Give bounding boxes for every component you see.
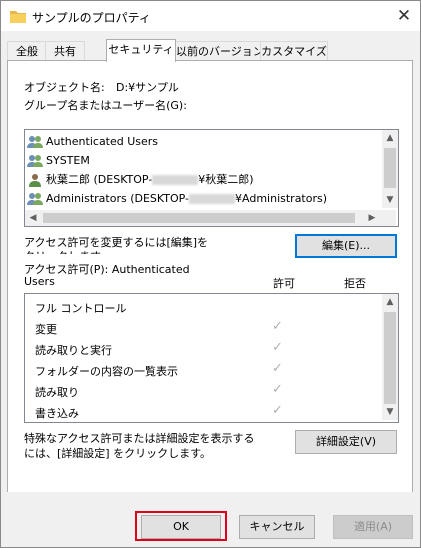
scroll-left-arrow-icon[interactable]: ◀ <box>25 210 41 226</box>
edit-button[interactable]: 編集(E)... <box>295 234 397 258</box>
permissions-for-label-2: Users <box>24 275 55 288</box>
change-permissions-text-2: クリックします。 <box>24 248 111 254</box>
allow-check-icon: ✓ <box>272 382 283 397</box>
permission-name: 変更 <box>35 323 57 336</box>
scroll-thumb[interactable] <box>384 148 396 188</box>
permission-name: 書き込み <box>35 407 79 420</box>
list-item[interactable]: Authenticated Users <box>27 133 158 151</box>
permissions-list[interactable]: フル コントロール 変更 ✓ 読み取りと実行 ✓ フォルダーの内容の一覧表示 ✓… <box>24 293 399 423</box>
user-list-vscroll[interactable]: ▲ ▼ <box>382 130 398 208</box>
scroll-thumb[interactable] <box>384 312 396 404</box>
scroll-down-arrow-icon[interactable]: ▼ <box>382 192 398 208</box>
masked-hostname <box>189 194 236 204</box>
scroll-down-arrow-icon[interactable]: ▼ <box>382 404 398 420</box>
advanced-button[interactable]: 詳細設定(V) <box>295 430 397 454</box>
title-bar[interactable]: サンプルのプロパティ ✕ <box>1 1 420 31</box>
masked-hostname <box>152 175 199 185</box>
close-button[interactable]: ✕ <box>392 4 416 28</box>
list-item[interactable]: 秋葉二郎 (DESKTOP- ¥秋葉二郎) <box>27 171 254 189</box>
permission-name: フル コントロール <box>35 302 127 315</box>
apply-button[interactable]: 適用(A) <box>333 515 413 539</box>
list-item[interactable]: SYSTEM <box>27 152 90 170</box>
tab-previous-versions[interactable]: 以前のバージョン <box>175 41 264 61</box>
close-icon: ✕ <box>396 6 412 26</box>
users-group-icon <box>27 136 43 148</box>
users-group-icon <box>27 193 43 205</box>
tab-customize[interactable]: カスタマイズ <box>260 41 328 61</box>
user-list-hscroll[interactable]: ◀ ▶ <box>25 210 396 226</box>
window-title: サンプルのプロパティ <box>32 11 151 25</box>
scroll-right-arrow-icon[interactable]: ▶ <box>364 210 380 226</box>
user-icon <box>29 174 41 187</box>
folder-icon <box>10 11 26 23</box>
allow-check-icon: ✓ <box>272 403 283 418</box>
cancel-button[interactable]: キャンセル <box>239 515 315 539</box>
user-name: SYSTEM <box>46 154 90 167</box>
allow-check-icon: ✓ <box>272 319 283 334</box>
tab-general[interactable]: 全般 <box>7 41 47 61</box>
permissions-vscroll[interactable]: ▲ ▼ <box>382 294 398 420</box>
user-name-suffix: ¥Administrators) <box>235 192 328 205</box>
users-group-icon <box>27 155 43 167</box>
hscroll-thumb[interactable] <box>43 213 355 223</box>
advanced-text-1: 特殊なアクセス許可または詳細設定を表示する <box>24 432 255 445</box>
security-panel: オブジェクト名: D:¥サンプル グループ名またはユーザー名(G): Authe… <box>7 60 413 494</box>
column-deny: 拒否 <box>344 277 366 290</box>
advanced-text-2: には、[詳細設定] をクリックします。 <box>24 447 211 460</box>
user-list[interactable]: Authenticated Users SYSTEM 秋葉二郎 (DESKTOP… <box>24 129 399 227</box>
object-name-label: オブジェクト名: <box>24 81 105 94</box>
list-item[interactable]: Administrators (DESKTOP- ¥Administrators) <box>27 190 327 208</box>
allow-check-icon: ✓ <box>272 361 283 376</box>
permission-name: フォルダーの内容の一覧表示 <box>35 365 178 378</box>
highlight-box <box>135 511 227 541</box>
user-name-prefix: 秋葉二郎 (DESKTOP- <box>46 173 153 186</box>
allow-check-icon: ✓ <box>272 340 283 355</box>
scroll-up-arrow-icon[interactable]: ▲ <box>382 130 398 146</box>
user-name: Authenticated Users <box>46 135 159 148</box>
user-name-suffix: ¥秋葉二郎) <box>198 173 254 186</box>
user-name-prefix: Administrators (DESKTOP- <box>46 192 190 205</box>
tab-sharing[interactable]: 共有 <box>45 41 85 61</box>
group-user-label: グループ名またはユーザー名(G): <box>24 99 187 112</box>
properties-window: サンプルのプロパティ ✕ 全般 共有 セキュリティ 以前のバージョン カスタマイ… <box>0 0 421 548</box>
permission-name: 読み取りと実行 <box>35 344 112 357</box>
column-allow: 許可 <box>273 277 295 290</box>
object-name-value: D:¥サンプル <box>116 81 179 94</box>
permission-name: 読み取り <box>35 386 79 399</box>
scroll-up-arrow-icon[interactable]: ▲ <box>382 294 398 310</box>
tab-security[interactable]: セキュリティ <box>106 39 176 62</box>
